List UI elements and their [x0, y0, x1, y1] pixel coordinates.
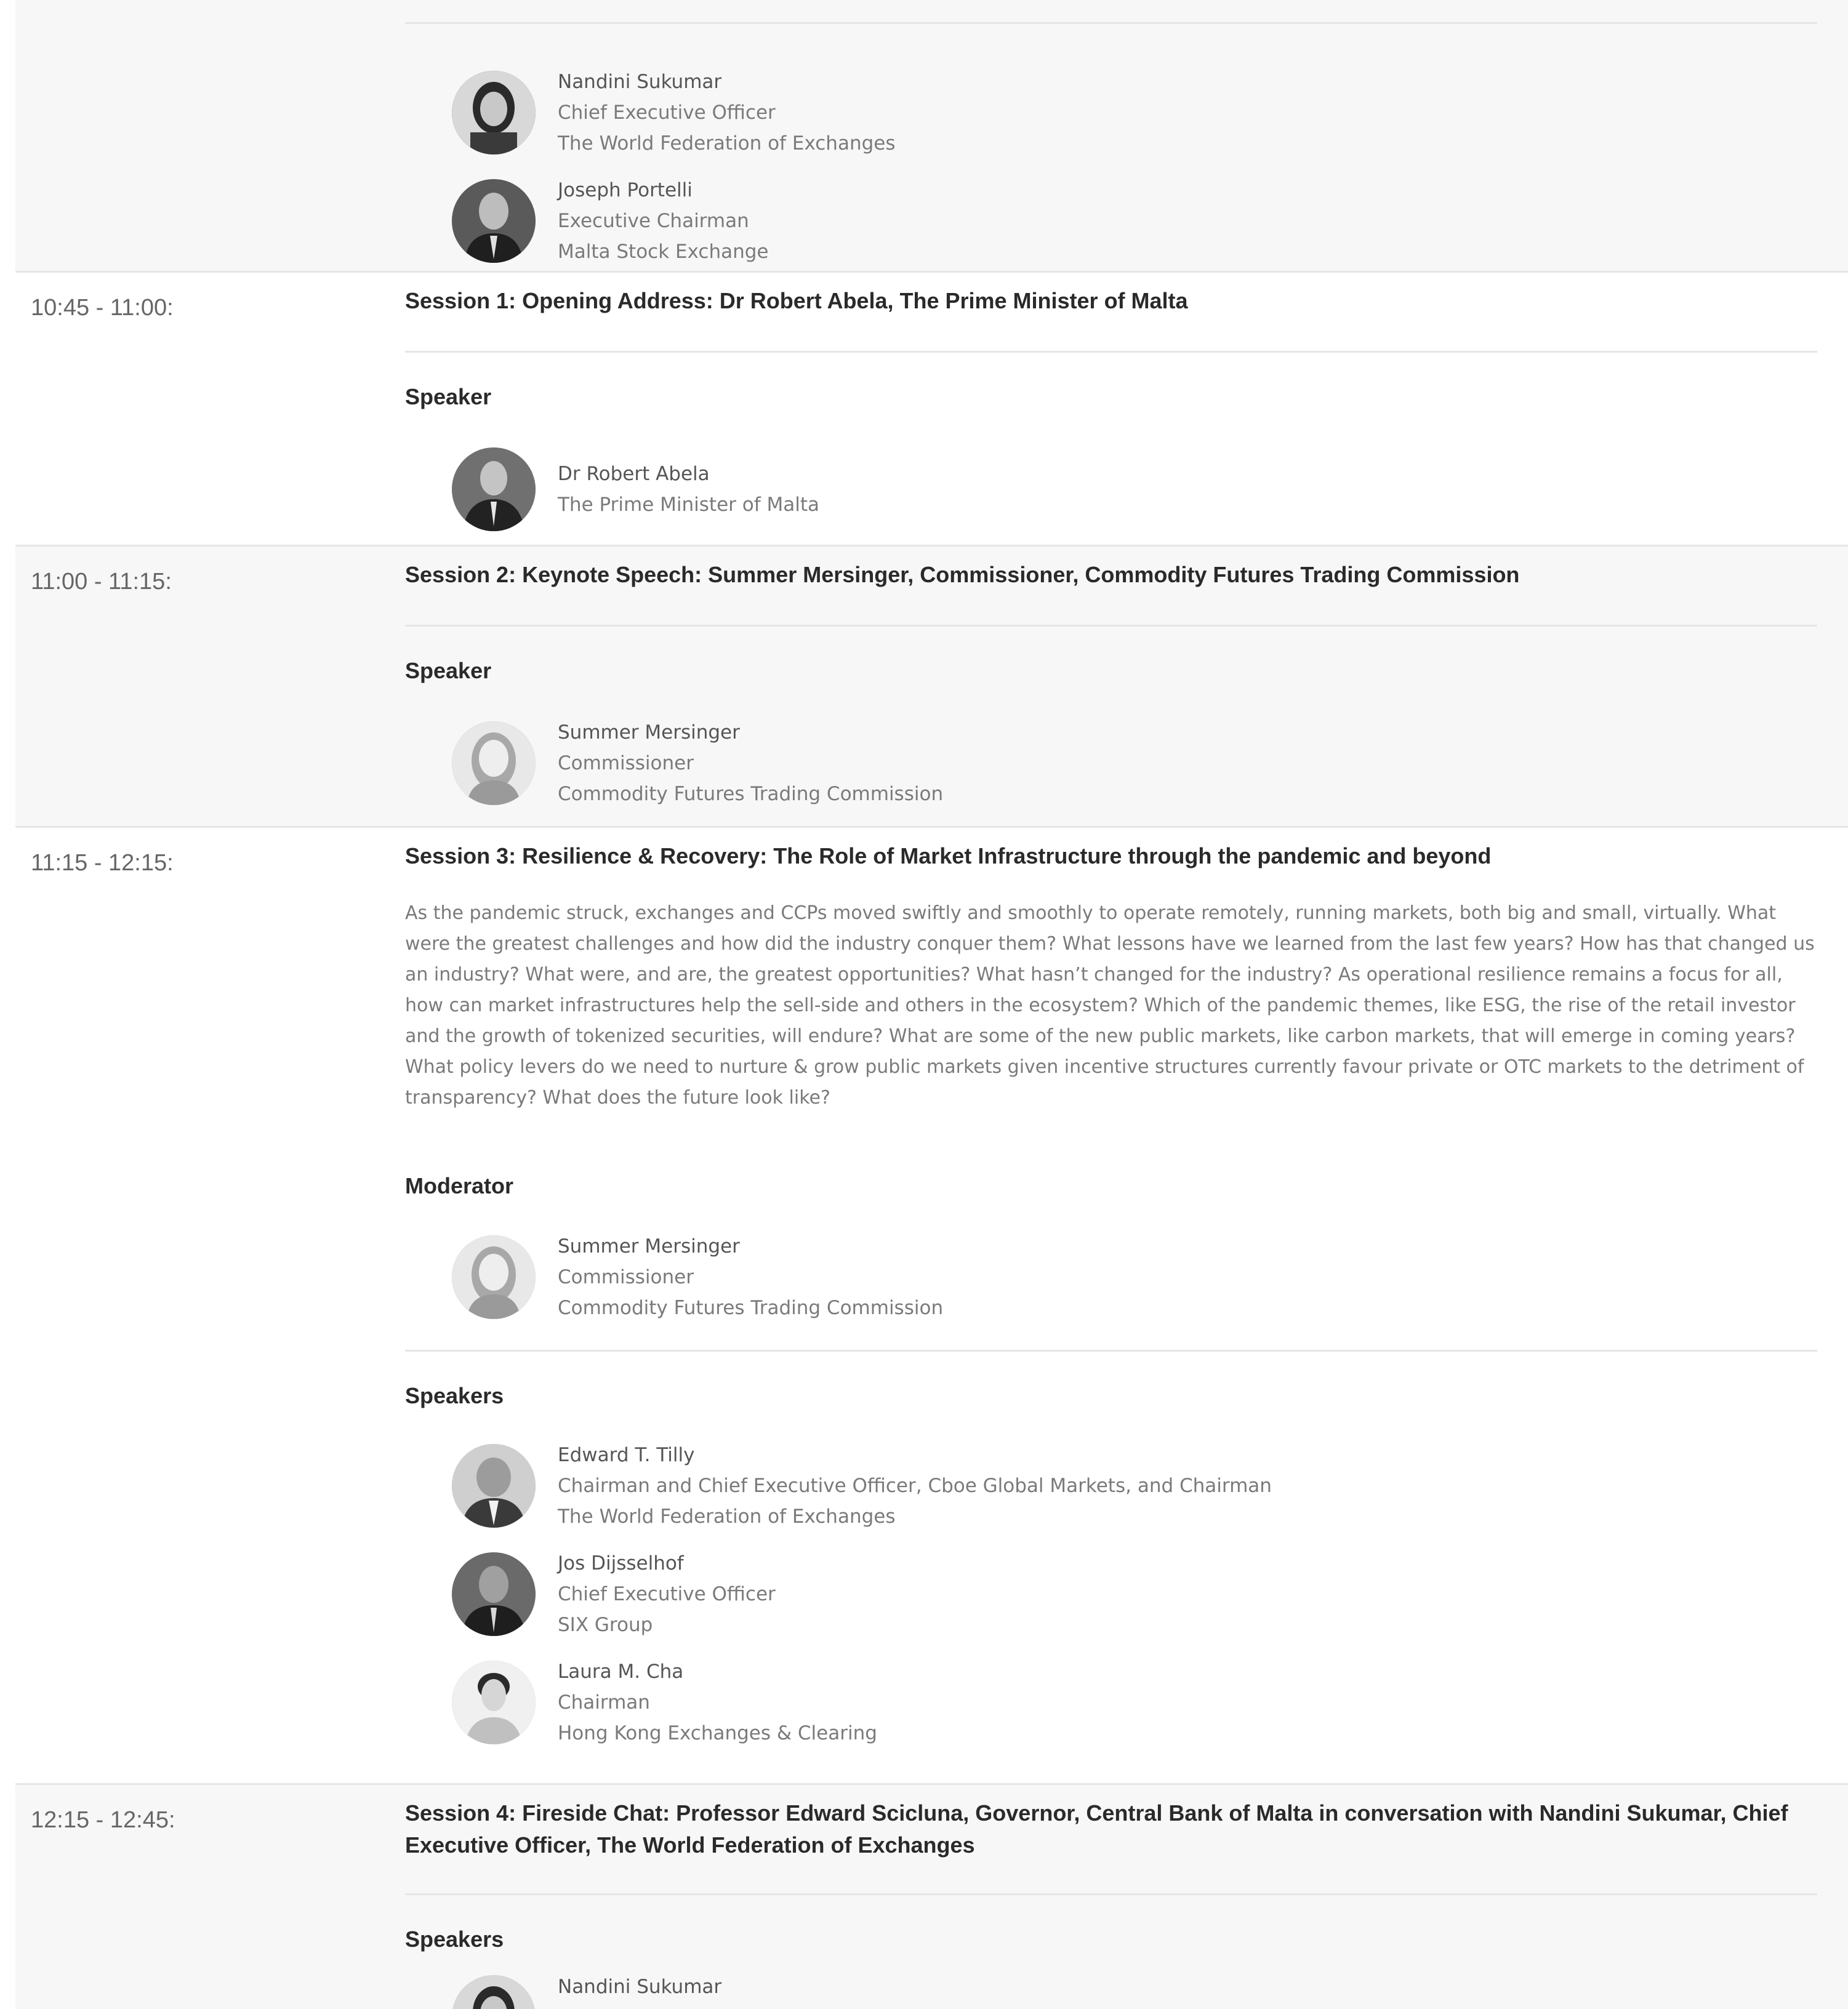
speaker-name[interactable]: Summer Mersinger — [558, 717, 943, 748]
speaker-card[interactable]: Nandini Sukumar Chief Executive Officer … — [405, 58, 1817, 167]
speaker-title: Executive Chairman — [558, 210, 749, 232]
person-silhouette-icon — [452, 1444, 536, 1528]
person-silhouette-icon — [452, 1235, 536, 1319]
session-title[interactable]: Session 3: Resilience & Recovery: The Ro… — [405, 828, 1817, 872]
speaker-name[interactable]: Edward T. Tilly — [558, 1440, 1272, 1470]
speaker-card[interactable]: Jos Dijsselhof Chief Executive Officer S… — [405, 1540, 1817, 1648]
person-silhouette-icon — [452, 1661, 536, 1744]
speaker-avatar — [452, 1975, 536, 2009]
person-silhouette-icon — [452, 1975, 536, 2009]
session-title[interactable]: Session 2: Keynote Speech: Summer Mersin… — [405, 547, 1817, 591]
speaker-group-label: Speaker — [405, 658, 492, 683]
moderator-group-label: Moderator — [405, 1173, 514, 1198]
speaker-card[interactable]: Laura M. Cha Chairman Hong Kong Exchange… — [405, 1648, 1817, 1757]
speaker-organization: Malta Stock Exchange — [558, 241, 769, 263]
speaker-avatar — [452, 1661, 536, 1744]
speaker-avatar — [452, 721, 536, 805]
divider — [405, 351, 1817, 353]
person-silhouette-icon — [452, 721, 536, 805]
session-content: Session 1: Opening Address: Dr Robert Ab… — [405, 273, 1848, 545]
speaker-name[interactable]: Nandini Sukumar — [558, 66, 896, 97]
speaker-name[interactable]: Nandini Sukumar — [558, 1971, 721, 2002]
speaker-details: Laura M. Cha Chairman Hong Kong Exchange… — [558, 1656, 877, 1749]
divider — [405, 1893, 1817, 1895]
speaker-card[interactable]: Nandini Sukumar — [405, 1975, 1817, 2009]
speaker-avatar — [452, 447, 536, 531]
session-time: 10:45 - 11:00: — [31, 295, 174, 321]
speaker-group-label: Speakers — [405, 1383, 504, 1408]
agenda-row-previous: Nandini Sukumar Chief Executive Officer … — [15, 0, 1848, 273]
session-content: Session 4: Fireside Chat: Professor Edwa… — [405, 1785, 1848, 2009]
agenda-row-session-3: 11:15 - 12:15: Session 3: Resilience & R… — [15, 828, 1848, 1785]
speaker-details: Nandini Sukumar Chief Executive Officer … — [558, 66, 896, 159]
agenda-row-session-1: 10:45 - 11:00: Session 1: Opening Addres… — [15, 273, 1848, 547]
speaker-organization: The World Federation of Exchanges — [558, 132, 896, 154]
speaker-organization: Hong Kong Exchanges & Clearing — [558, 1722, 877, 1744]
speaker-organization: The World Federation of Exchanges — [558, 1506, 896, 1528]
moderator-organization: Commodity Futures Trading Commission — [558, 1297, 944, 1319]
speaker-name[interactable]: Dr Robert Abela — [558, 459, 819, 489]
speaker-name[interactable]: Laura M. Cha — [558, 1656, 877, 1687]
speaker-avatar — [452, 1552, 536, 1636]
speaker-details: Dr Robert Abela The Prime Minister of Ma… — [558, 459, 819, 520]
speaker-details: Edward T. Tilly Chairman and Chief Execu… — [558, 1440, 1272, 1532]
divider — [405, 1350, 1817, 1352]
session-description: As the pandemic struck, exchanges and CC… — [405, 902, 1815, 1109]
speaker-avatar — [452, 1444, 536, 1528]
person-silhouette-icon — [452, 179, 536, 263]
speaker-title: Chairman and Chief Executive Officer, Cb… — [558, 1475, 1272, 1497]
session-time: 11:15 - 12:15: — [31, 850, 174, 876]
moderator-details: Summer Mersinger Commissioner Commodity … — [558, 1231, 943, 1323]
speaker-name[interactable]: Jos Dijsselhof — [558, 1548, 776, 1579]
moderator-card[interactable]: Summer Mersinger Commissioner Commodity … — [405, 1223, 1817, 1331]
session-content: Session 2: Keynote Speech: Summer Mersin… — [405, 547, 1848, 826]
speaker-card[interactable]: Edward T. Tilly Chairman and Chief Execu… — [405, 1432, 1817, 1540]
speaker-name[interactable]: Joseph Portelli — [558, 175, 768, 206]
speaker-title: Chief Executive Officer — [558, 1583, 776, 1605]
speaker-details: Summer Mersinger Commissioner Commodity … — [558, 717, 943, 809]
speaker-details: Joseph Portelli Executive Chairman Malta… — [558, 175, 768, 267]
agenda-list: Nandini Sukumar Chief Executive Officer … — [15, 0, 1848, 2009]
speaker-title: Chief Executive Officer — [558, 102, 776, 124]
session-time: 12:15 - 12:45: — [31, 1807, 175, 1833]
moderator-avatar — [452, 1235, 536, 1319]
speaker-details: Nandini Sukumar — [558, 1971, 721, 2002]
divider — [405, 625, 1817, 627]
speaker-organization: Commodity Futures Trading Commission — [558, 783, 944, 805]
speaker-group-label: Speakers — [405, 1927, 504, 1952]
speaker-title: Chairman — [558, 1691, 650, 1714]
speaker-avatar — [452, 71, 536, 154]
person-silhouette-icon — [452, 1552, 536, 1636]
person-silhouette-icon — [452, 71, 536, 154]
session-content: Nandini Sukumar Chief Executive Officer … — [405, 0, 1848, 271]
speaker-details: Jos Dijsselhof Chief Executive Officer S… — [558, 1548, 776, 1640]
session-title[interactable]: Session 1: Opening Address: Dr Robert Ab… — [405, 273, 1817, 317]
speaker-card[interactable]: Summer Mersinger Commissioner Commodity … — [405, 709, 1817, 817]
speaker-title: The Prime Minister of Malta — [558, 494, 819, 516]
moderator-title: Commissioner — [558, 1266, 694, 1288]
speaker-card[interactable]: Joseph Portelli Executive Chairman Malta… — [405, 167, 1817, 275]
speaker-title: Commissioner — [558, 752, 694, 774]
agenda-row-session-2: 11:00 - 11:15: Session 2: Keynote Speech… — [15, 547, 1848, 828]
speaker-card[interactable]: Dr Robert Abela The Prime Minister of Ma… — [405, 435, 1817, 543]
speaker-avatar — [452, 179, 536, 263]
person-silhouette-icon — [452, 447, 536, 531]
session-title[interactable]: Session 4: Fireside Chat: Professor Edwa… — [405, 1785, 1817, 1861]
speaker-group-label: Speaker — [405, 384, 492, 409]
agenda-row-session-4: 12:15 - 12:45: Session 4: Fireside Chat:… — [15, 1785, 1848, 2009]
session-time — [15, 0, 405, 271]
session-time: 11:00 - 11:15: — [31, 569, 172, 595]
session-content: Session 3: Resilience & Recovery: The Ro… — [405, 828, 1848, 1783]
speaker-organization: SIX Group — [558, 1614, 653, 1636]
moderator-name[interactable]: Summer Mersinger — [558, 1231, 943, 1262]
